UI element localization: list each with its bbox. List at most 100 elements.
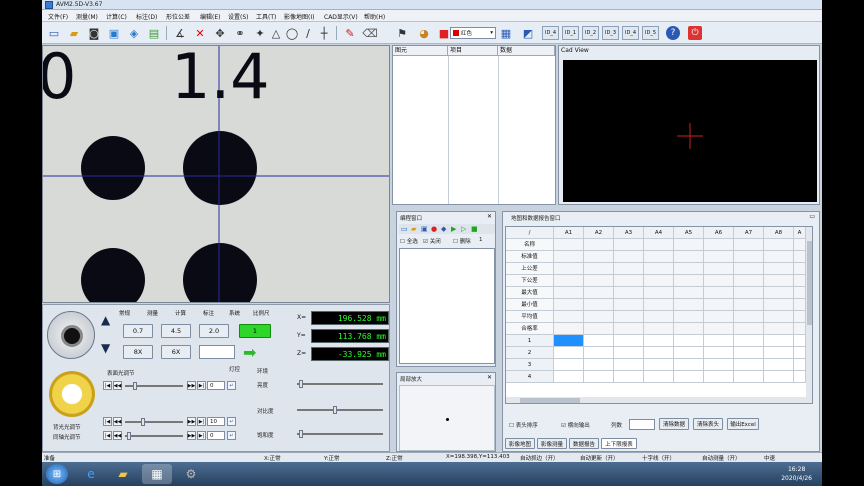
clear-data-button[interactable]: 清除数据 xyxy=(659,418,689,430)
tab-general[interactable]: 常规 xyxy=(119,309,130,317)
coax-inc-button[interactable]: ▶▶ xyxy=(187,431,196,440)
point-icon[interactable]: ✦ xyxy=(252,25,268,41)
menu-cad-view[interactable]: CAD显示(V) xyxy=(324,12,358,21)
image-icon[interactable]: ▣ xyxy=(106,25,122,41)
tab-dim[interactable]: 标注 xyxy=(203,309,214,317)
grid-cell[interactable] xyxy=(614,299,644,311)
grid-cell[interactable] xyxy=(794,251,806,263)
grid-cell[interactable] xyxy=(644,371,674,383)
grid-cell[interactable] xyxy=(644,359,674,371)
grid-cell[interactable] xyxy=(764,275,794,287)
menu-measure[interactable]: 测量(M) xyxy=(76,12,98,21)
grid-cell[interactable] xyxy=(734,251,764,263)
grid-cell[interactable] xyxy=(734,335,764,347)
triangle-icon[interactable]: △ xyxy=(268,25,284,41)
grid-cell[interactable] xyxy=(614,347,644,359)
grid-cell[interactable] xyxy=(584,263,614,275)
grid-cell[interactable] xyxy=(764,287,794,299)
grid-cell[interactable] xyxy=(764,239,794,251)
power-icon[interactable]: ⏻ xyxy=(688,26,702,40)
grid-cell[interactable] xyxy=(704,263,734,275)
tab-scale[interactable]: 比例尺 xyxy=(253,309,270,317)
enter-icon[interactable]: ↵ xyxy=(227,417,236,426)
arrow-down-icon[interactable]: ▼ xyxy=(101,341,110,355)
grid-cell[interactable] xyxy=(674,251,704,263)
grid-cell[interactable] xyxy=(794,239,806,251)
grid-cell[interactable] xyxy=(764,311,794,323)
menu-settings[interactable]: 设置(S) xyxy=(228,12,249,21)
grid-cell[interactable] xyxy=(554,263,584,275)
grid-cell[interactable] xyxy=(614,323,644,335)
zoom-4-5-button[interactable]: 4.5 xyxy=(161,324,191,338)
grid-cell[interactable] xyxy=(794,311,806,323)
grid-cell[interactable] xyxy=(734,347,764,359)
grid-cell[interactable] xyxy=(674,239,704,251)
new-icon[interactable]: ▭ xyxy=(46,25,62,41)
grid-cell[interactable] xyxy=(644,347,674,359)
slider-thumb[interactable] xyxy=(333,406,337,414)
grid-cell[interactable] xyxy=(794,335,806,347)
grid-cell[interactable] xyxy=(674,299,704,311)
cad-canvas[interactable] xyxy=(563,60,817,202)
grid-cell[interactable] xyxy=(704,275,734,287)
ring-light-icon[interactable] xyxy=(49,371,95,417)
zoom-1-button[interactable]: 1 xyxy=(239,324,271,338)
toolbar-id3-button[interactable]: ID_3 xyxy=(602,26,620,40)
column-count-input[interactable] xyxy=(629,419,655,430)
header-sort-checkbox[interactable]: ☐ 表头排序 xyxy=(509,421,538,429)
grid-cell[interactable] xyxy=(584,335,614,347)
grid-cell[interactable] xyxy=(554,299,584,311)
grid-cell[interactable] xyxy=(704,239,734,251)
grid-cell[interactable] xyxy=(764,347,794,359)
export-icon[interactable]: ◩ xyxy=(520,25,536,41)
delete-icon[interactable]: ✕ xyxy=(192,25,208,41)
report-icon[interactable]: ▤ xyxy=(146,25,162,41)
grid-cell[interactable] xyxy=(704,347,734,359)
grid-cell[interactable] xyxy=(734,263,764,275)
menu-dim[interactable]: 标注(D) xyxy=(136,12,157,21)
start-button-icon[interactable]: ⊞ xyxy=(46,464,68,484)
measure-grid[interactable]: / A1 A2 A3 A4 A5 A6 A7 A8 A 名称 标准值 上公差 下公差最… xyxy=(505,226,813,404)
menu-help[interactable]: 帮助(H) xyxy=(364,12,385,21)
grid-cell[interactable] xyxy=(554,311,584,323)
delete-checkbox[interactable]: ☐ 删除 xyxy=(453,237,471,245)
ring-max-button[interactable]: ▶| xyxy=(197,417,206,426)
open-folder-icon[interactable]: ▰ xyxy=(66,25,82,41)
grid-cell[interactable] xyxy=(554,287,584,299)
grid-cell[interactable] xyxy=(644,311,674,323)
grid-cell[interactable] xyxy=(584,311,614,323)
coax-max-button[interactable]: ▶| xyxy=(197,431,206,440)
grid-cell[interactable] xyxy=(794,275,806,287)
run-all-icon[interactable]: ■ xyxy=(471,225,478,233)
tab-image-map[interactable]: 影像地图 xyxy=(505,438,535,449)
play-icon[interactable]: ▶ xyxy=(451,225,456,233)
grid-cell[interactable] xyxy=(794,287,806,299)
measure-app-icon[interactable]: ▦ xyxy=(142,464,172,484)
light-min-button[interactable]: |◀ xyxy=(103,381,112,390)
open-folder-icon[interactable]: ▰ xyxy=(411,225,416,233)
grid-cell[interactable] xyxy=(614,251,644,263)
joystick-knob[interactable] xyxy=(61,325,83,347)
coax-light-value[interactable]: 0 xyxy=(207,431,225,440)
brightness-slider[interactable] xyxy=(297,383,383,385)
ring-light-value[interactable]: 10 xyxy=(207,417,225,426)
grid-cell[interactable] xyxy=(674,347,704,359)
step-icon[interactable]: ◆ xyxy=(441,225,446,233)
grid-cell[interactable] xyxy=(674,335,704,347)
menu-tools[interactable]: 工具(T) xyxy=(256,12,276,21)
capture-icon[interactable]: ◈ xyxy=(126,25,142,41)
angle-tool-icon[interactable]: ∡ xyxy=(172,25,188,41)
program-list[interactable] xyxy=(399,248,495,364)
grid-cell[interactable] xyxy=(554,251,584,263)
arc-icon[interactable]: ◯ xyxy=(284,25,300,41)
grid-cell[interactable] xyxy=(704,299,734,311)
grid-cell[interactable] xyxy=(704,335,734,347)
tab-limit-report[interactable]: 上下限报表 xyxy=(601,438,637,449)
grid-cell[interactable] xyxy=(584,239,614,251)
grid-cell[interactable] xyxy=(584,251,614,263)
file-explorer-icon[interactable]: ▰ xyxy=(108,464,138,484)
coax-light-slider[interactable] xyxy=(125,435,183,437)
grid-cell[interactable] xyxy=(674,287,704,299)
grid-cell[interactable] xyxy=(674,275,704,287)
ring-min-button[interactable]: |◀ xyxy=(103,417,112,426)
